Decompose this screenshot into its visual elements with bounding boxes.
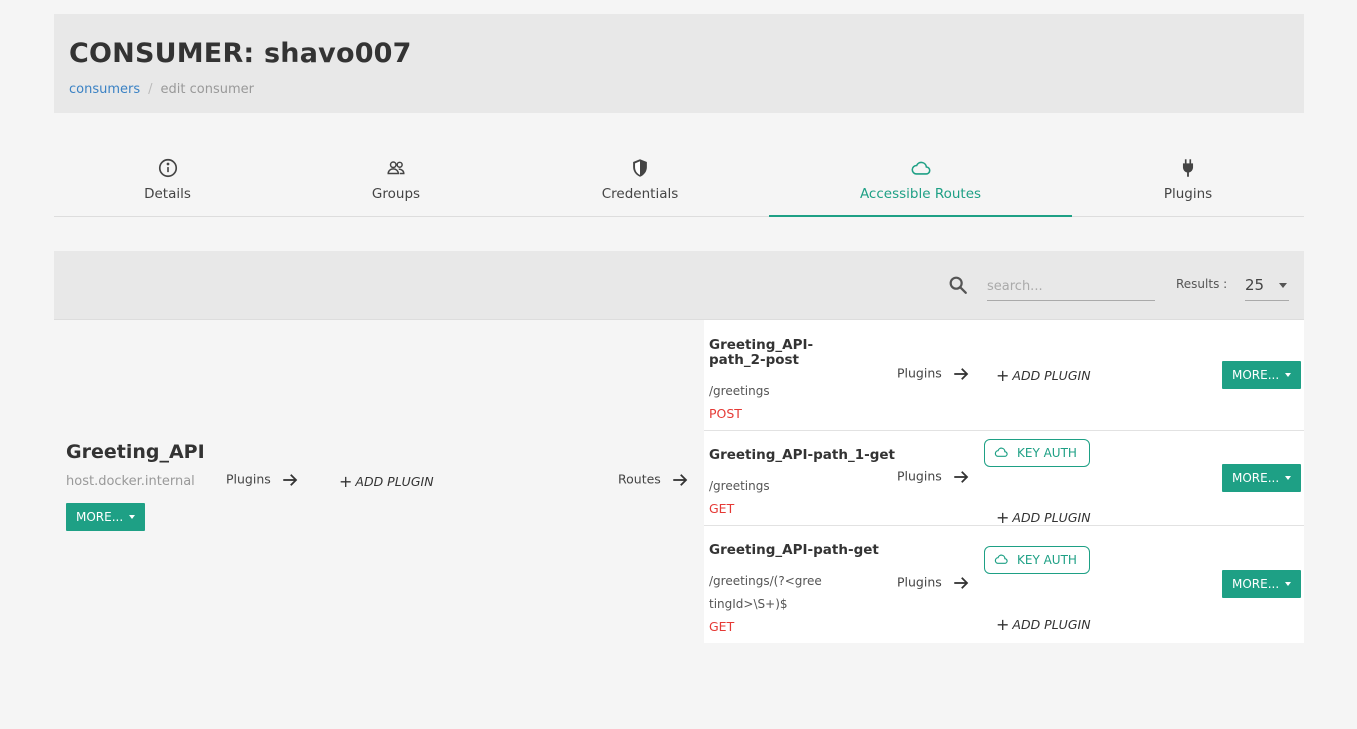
plus-icon: + [996,366,1010,385]
route-more-button[interactable]: MORE... [1222,361,1302,389]
add-plugin-label: ADD PLUGIN [1012,617,1091,632]
caret-down-icon [129,515,136,519]
tab-groups[interactable]: Groups [281,150,511,217]
caret-down-icon [1285,582,1292,586]
key-auth-plugin-badge[interactable]: KEY AUTH [984,546,1090,574]
route-plugins-link[interactable]: Plugins [897,468,970,486]
add-plugin-label: ADD PLUGIN [1012,368,1091,383]
search-input[interactable] [987,273,1155,301]
arrow-right-icon [954,577,969,589]
cloud-icon [994,554,1008,564]
caret-down-icon [1285,373,1292,377]
route-add-plugin-button[interactable]: + ADD PLUGIN [996,366,1091,385]
more-label: MORE... [1232,368,1280,382]
tab-plugins[interactable]: Plugins [1072,150,1304,217]
breadcrumb-separator: / [148,82,153,97]
search-icon[interactable] [947,274,969,296]
route-more-button[interactable]: MORE... [1222,570,1302,598]
info-icon [54,157,281,179]
breadcrumb: consumers / edit consumer [69,82,254,97]
tab-label: Details [144,186,191,202]
tab-label: Accessible Routes [859,186,982,202]
plugin-name: KEY AUTH [1017,553,1077,567]
plus-icon: + [339,472,353,491]
route-name: Greeting_API-path_2-post [709,337,814,368]
tab-details[interactable]: Details [54,150,281,217]
more-label: MORE... [1232,471,1280,485]
route-path: /greetings/(?<greetingId>\S+)$ [709,574,822,611]
key-auth-plugin-badge[interactable]: KEY AUTH [984,439,1090,467]
service-routes-link[interactable]: Routes [618,471,689,489]
add-plugin-label: ADD PLUGIN [355,474,434,489]
service-name: Greeting_API [66,441,205,463]
tab-accessible-routes[interactable]: Accessible Routes [769,150,1072,217]
cloud-icon [769,157,1072,179]
routes-list: Greeting_API-path_2-post /greetings POST… [704,320,1304,643]
route-more-button[interactable]: MORE... [1222,464,1302,492]
arrow-right-icon [673,474,688,486]
route-path: /greetings [709,479,770,493]
tab-bar: Details Groups Credentials Accessible Ro… [54,150,1304,217]
tab-label: Groups [371,186,421,202]
route-add-plugin-button[interactable]: + ADD PLUGIN [996,508,1091,527]
route-row: Greeting_API-path_1-get /greetings GET P… [704,431,1304,527]
plugins-label: Plugins [897,468,942,484]
route-path: /greetings [709,384,770,398]
plugins-label: Plugins [897,574,942,590]
results-value: 25 [1245,276,1265,294]
results-per-page-select[interactable]: 25 [1245,273,1289,301]
arrow-right-icon [954,471,969,483]
plug-icon [1072,157,1304,179]
shield-icon [511,157,769,179]
plus-icon: + [996,615,1010,634]
arrow-right-icon [283,474,298,486]
tab-credentials[interactable]: Credentials [511,150,769,217]
route-method: GET [709,619,735,634]
plugins-label: Plugins [226,471,271,487]
service-plugins-link[interactable]: Plugins [226,471,299,489]
breadcrumb-current: edit consumer [160,82,254,97]
service-add-plugin-button[interactable]: + ADD PLUGIN [339,472,434,491]
more-label: MORE... [1232,577,1280,591]
arrow-right-icon [954,368,969,380]
service-more-button[interactable]: MORE... [66,503,146,531]
route-name: Greeting_API-path-get [709,542,879,558]
routes-label: Routes [618,471,661,487]
route-plugins-link[interactable]: Plugins [897,365,970,383]
more-label: MORE... [76,510,124,524]
route-method: GET [709,501,735,516]
route-row: Greeting_API-path_2-post /greetings POST… [704,320,1304,431]
page-header: CONSUMER: shavo007 consumers / edit consum… [54,14,1304,113]
caret-down-icon [1279,283,1287,288]
cloud-icon [994,447,1008,457]
route-plugins-link[interactable]: Plugins [897,574,970,592]
tab-label: Credentials [601,186,679,202]
add-plugin-label: ADD PLUGIN [1012,510,1091,525]
route-name: Greeting_API-path_1-get [709,447,895,463]
route-row: Greeting_API-path-get /greetings/(?<gree… [704,526,1304,643]
service-host: host.docker.internal [66,474,195,489]
plugins-label: Plugins [897,365,942,381]
plugin-name: KEY AUTH [1017,446,1077,460]
route-method: POST [709,406,742,421]
caret-down-icon [1285,476,1292,480]
page-title: CONSUMER: shavo007 [69,38,412,69]
tab-label: Plugins [1163,186,1213,202]
results-label: Results : [1176,277,1228,291]
route-add-plugin-button[interactable]: + ADD PLUGIN [996,615,1091,634]
plus-icon: + [996,508,1010,527]
users-icon [281,157,511,179]
list-toolbar: Results : 25 [54,251,1304,320]
breadcrumb-consumers-link[interactable]: consumers [69,82,140,97]
